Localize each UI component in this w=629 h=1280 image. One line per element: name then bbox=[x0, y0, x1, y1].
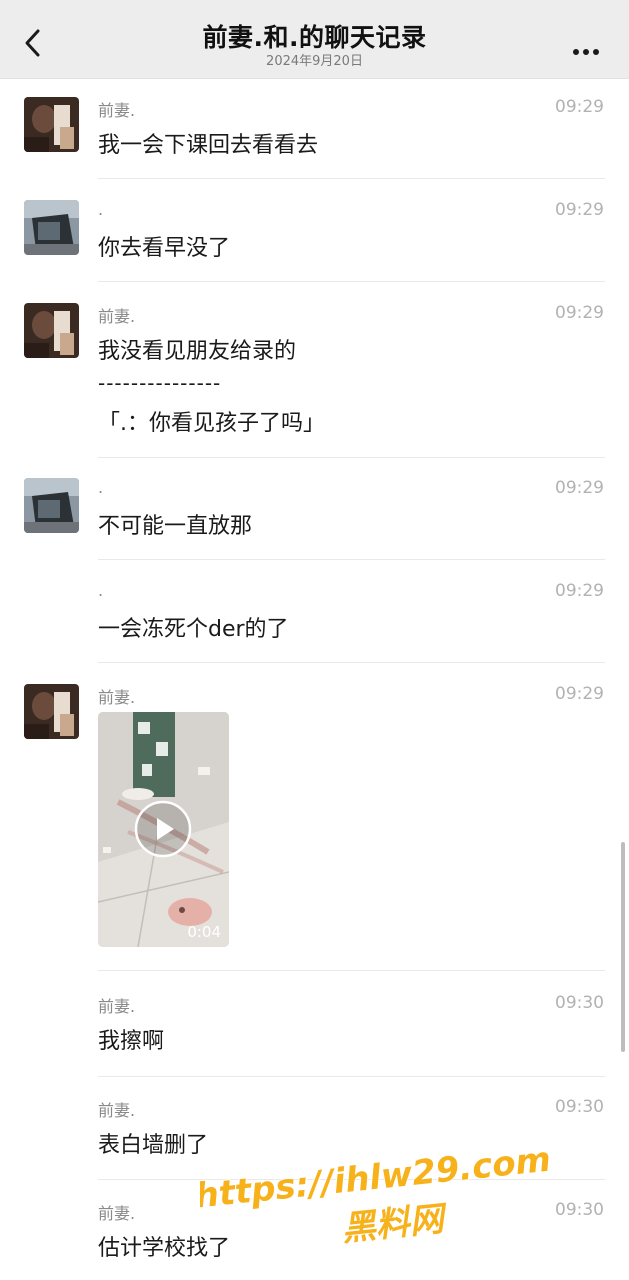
sender-name: 前妻. bbox=[98, 101, 136, 120]
message-time: 09:29 bbox=[555, 478, 604, 498]
sender-name: 前妻. bbox=[98, 1101, 136, 1120]
sender-name: . bbox=[98, 200, 104, 219]
page-title: 前妻.和.的聊天记录 bbox=[202, 23, 427, 52]
message-time: 09:29 bbox=[555, 684, 604, 704]
message-text[interactable]: 我一会下课回去看看去 bbox=[98, 127, 318, 159]
message-time: 09:30 bbox=[555, 993, 604, 1013]
avatar[interactable] bbox=[24, 200, 79, 255]
video-duration: 0:04 bbox=[187, 923, 221, 941]
list-item: . 09:29 一会冻死个der的了 bbox=[0, 581, 629, 663]
message-time: 09:29 bbox=[555, 97, 604, 117]
list-item: 前妻. 09:30 我擦啊 bbox=[0, 993, 629, 1077]
more-dots-icon[interactable] bbox=[573, 40, 603, 55]
chat-date: 2024年9月20日 bbox=[266, 54, 363, 69]
quoted-message[interactable]: 「.：你看见孩子了吗」 bbox=[98, 405, 325, 437]
divider bbox=[98, 457, 605, 458]
play-icon[interactable] bbox=[134, 800, 192, 858]
divider bbox=[98, 1076, 605, 1077]
message-time: 09:29 bbox=[555, 200, 604, 220]
divider bbox=[98, 559, 605, 560]
message-time: 09:30 bbox=[555, 1200, 604, 1220]
watermark: https://ihlw29.com 黑料网 bbox=[200, 1145, 550, 1251]
quote-divider: --------------- bbox=[98, 371, 222, 395]
message-time: 09:30 bbox=[555, 1097, 604, 1117]
list-item: . 09:29 你去看早没了 bbox=[0, 200, 629, 282]
list-item: 前妻. 09:29 我一会下课回去看看去 bbox=[0, 97, 629, 179]
list-item: . 09:29 不可能一直放那 bbox=[0, 478, 629, 560]
avatar[interactable] bbox=[24, 478, 79, 533]
message-text[interactable]: 表白墙删了 bbox=[98, 1127, 208, 1159]
message-text[interactable]: 不可能一直放那 bbox=[98, 508, 252, 540]
sender-name: 前妻. bbox=[98, 1204, 136, 1223]
avatar[interactable] bbox=[24, 684, 79, 739]
video-thumbnail[interactable]: 0:04 bbox=[98, 712, 229, 947]
message-text[interactable]: 我擦啊 bbox=[98, 1023, 164, 1055]
sender-name: 前妻. bbox=[98, 307, 136, 326]
divider bbox=[98, 662, 605, 663]
chat-header: 前妻.和.的聊天记录 2024年9月20日 bbox=[0, 0, 629, 79]
message-time: 09:29 bbox=[555, 581, 604, 601]
message-time: 09:29 bbox=[555, 303, 604, 323]
divider bbox=[98, 178, 605, 179]
sender-name: . bbox=[98, 581, 104, 600]
scrollbar[interactable] bbox=[621, 842, 625, 1052]
watermark-name: 黑料网 bbox=[340, 1199, 451, 1250]
divider bbox=[98, 281, 605, 282]
avatar[interactable] bbox=[24, 97, 79, 152]
divider bbox=[98, 970, 605, 971]
list-item: 前妻. 09:29 0:04 bbox=[0, 684, 629, 971]
message-text[interactable]: 一会冻死个der的了 bbox=[98, 611, 289, 643]
sender-name: . bbox=[98, 478, 104, 497]
sender-name: 前妻. bbox=[98, 688, 136, 707]
sender-name: 前妻. bbox=[98, 997, 136, 1016]
list-item: 前妻. 09:29 我没看见朋友给录的 --------------- 「.：你… bbox=[0, 303, 629, 458]
avatar[interactable] bbox=[24, 303, 79, 358]
message-text[interactable]: 我没看见朋友给录的 bbox=[98, 333, 296, 365]
message-text[interactable]: 你去看早没了 bbox=[98, 230, 230, 262]
